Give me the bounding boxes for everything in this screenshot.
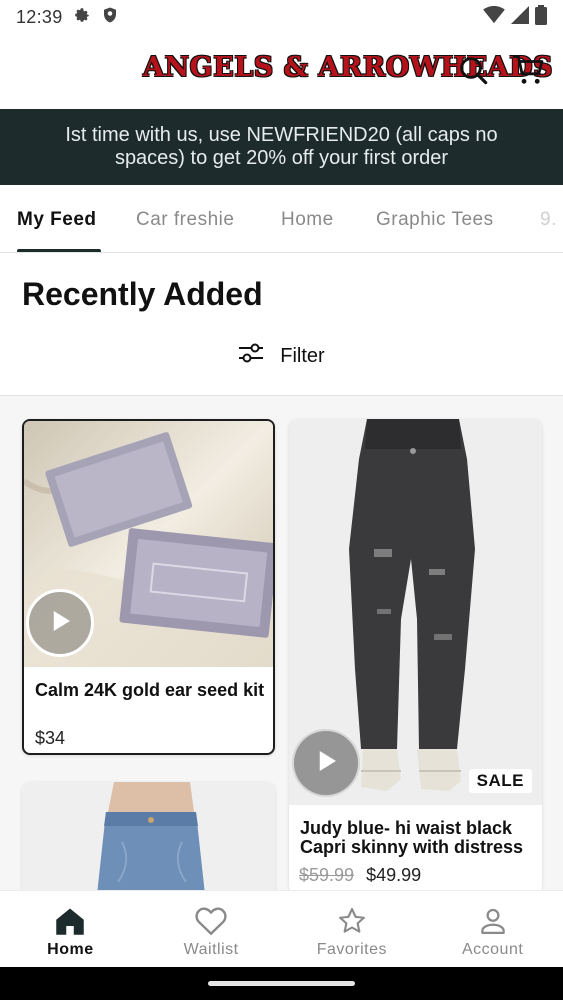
tab-home[interactable]: Home: [281, 209, 334, 231]
nav-home-label: Home: [47, 941, 94, 958]
blue-jeans-image: [22, 782, 275, 890]
product-grid: Calm 24K gold ear seed kit $34 SALE Judy…: [0, 396, 563, 890]
sliders-icon: [238, 341, 264, 371]
product-card[interactable]: SALE Judy blue- hi waist black Capri ski…: [289, 419, 542, 890]
product-card[interactable]: Calm 24K gold ear seed kit $34: [22, 419, 275, 755]
sale-badge: SALE: [468, 769, 532, 793]
account-icon: [476, 905, 510, 937]
product-price: $34: [35, 728, 66, 748]
wifi-icon: [483, 5, 505, 29]
app-header: ANGELS & ARROWHEADS: [0, 36, 563, 108]
bottom-nav: Home Waitlist Favorites Account: [0, 890, 563, 967]
product-image[interactable]: [22, 782, 275, 890]
play-icon: [311, 746, 341, 781]
product-image[interactable]: [24, 421, 273, 667]
play-video-button[interactable]: [292, 729, 360, 797]
battery-icon: [535, 4, 547, 30]
nav-waitlist-label: Waitlist: [183, 941, 239, 958]
cart-button[interactable]: [511, 54, 547, 90]
product-name[interactable]: Judy blue- hi waist black Capri skinny w…: [300, 819, 536, 857]
signal-icon: [511, 5, 529, 29]
store-logo[interactable]: ANGELS & ARROWHEADS: [143, 52, 553, 83]
home-icon: [53, 905, 87, 937]
nav-waitlist[interactable]: Waitlist: [141, 891, 282, 967]
status-right: [483, 4, 547, 30]
sale-price: $49.99: [366, 865, 422, 885]
status-bar: 12:39: [0, 0, 563, 34]
product-card[interactable]: [22, 782, 275, 890]
product-name[interactable]: Calm 24K gold ear seed kit: [35, 681, 265, 700]
system-nav-bar: [0, 967, 563, 1000]
filter-label: Filter: [280, 344, 325, 367]
gear-icon: [73, 6, 91, 29]
play-video-button[interactable]: [26, 589, 94, 657]
promo-banner: Ist time with us, use NEWFRIEND20 (all c…: [0, 109, 563, 185]
gesture-home-pill[interactable]: [208, 981, 355, 986]
search-button[interactable]: [455, 54, 491, 90]
nav-account[interactable]: Account: [422, 891, 563, 967]
promo-text: Ist time with us, use NEWFRIEND20 (all c…: [65, 124, 498, 169]
price-row: $59.99 $49.99: [299, 865, 421, 886]
tab-my-feed[interactable]: My Feed: [17, 209, 97, 231]
status-left: 12:39: [16, 6, 119, 29]
product-image[interactable]: SALE: [289, 419, 542, 805]
status-time: 12:39: [16, 6, 63, 27]
heart-icon: [194, 905, 228, 937]
tab-partial[interactable]: 9.: [540, 209, 557, 231]
star-icon: [335, 905, 369, 937]
tab-indicator: [17, 249, 101, 252]
tab-graphic-tees[interactable]: Graphic Tees: [376, 209, 494, 231]
nav-favorites[interactable]: Favorites: [282, 891, 423, 967]
shield-icon: [101, 6, 119, 29]
nav-favorites-label: Favorites: [316, 941, 388, 958]
search-icon: [457, 54, 489, 91]
tab-car-freshie[interactable]: Car freshie: [136, 209, 234, 231]
section-title: Recently Added: [22, 276, 263, 312]
nav-account-label: Account: [461, 941, 524, 958]
play-icon: [45, 606, 75, 641]
nav-home[interactable]: Home: [0, 891, 141, 967]
filter-button[interactable]: Filter: [0, 340, 563, 372]
original-price: $59.99: [299, 865, 355, 885]
cart-icon: [512, 53, 546, 92]
category-tabs: My Feed Car freshie Home Graphic Tees 9.: [0, 185, 563, 253]
